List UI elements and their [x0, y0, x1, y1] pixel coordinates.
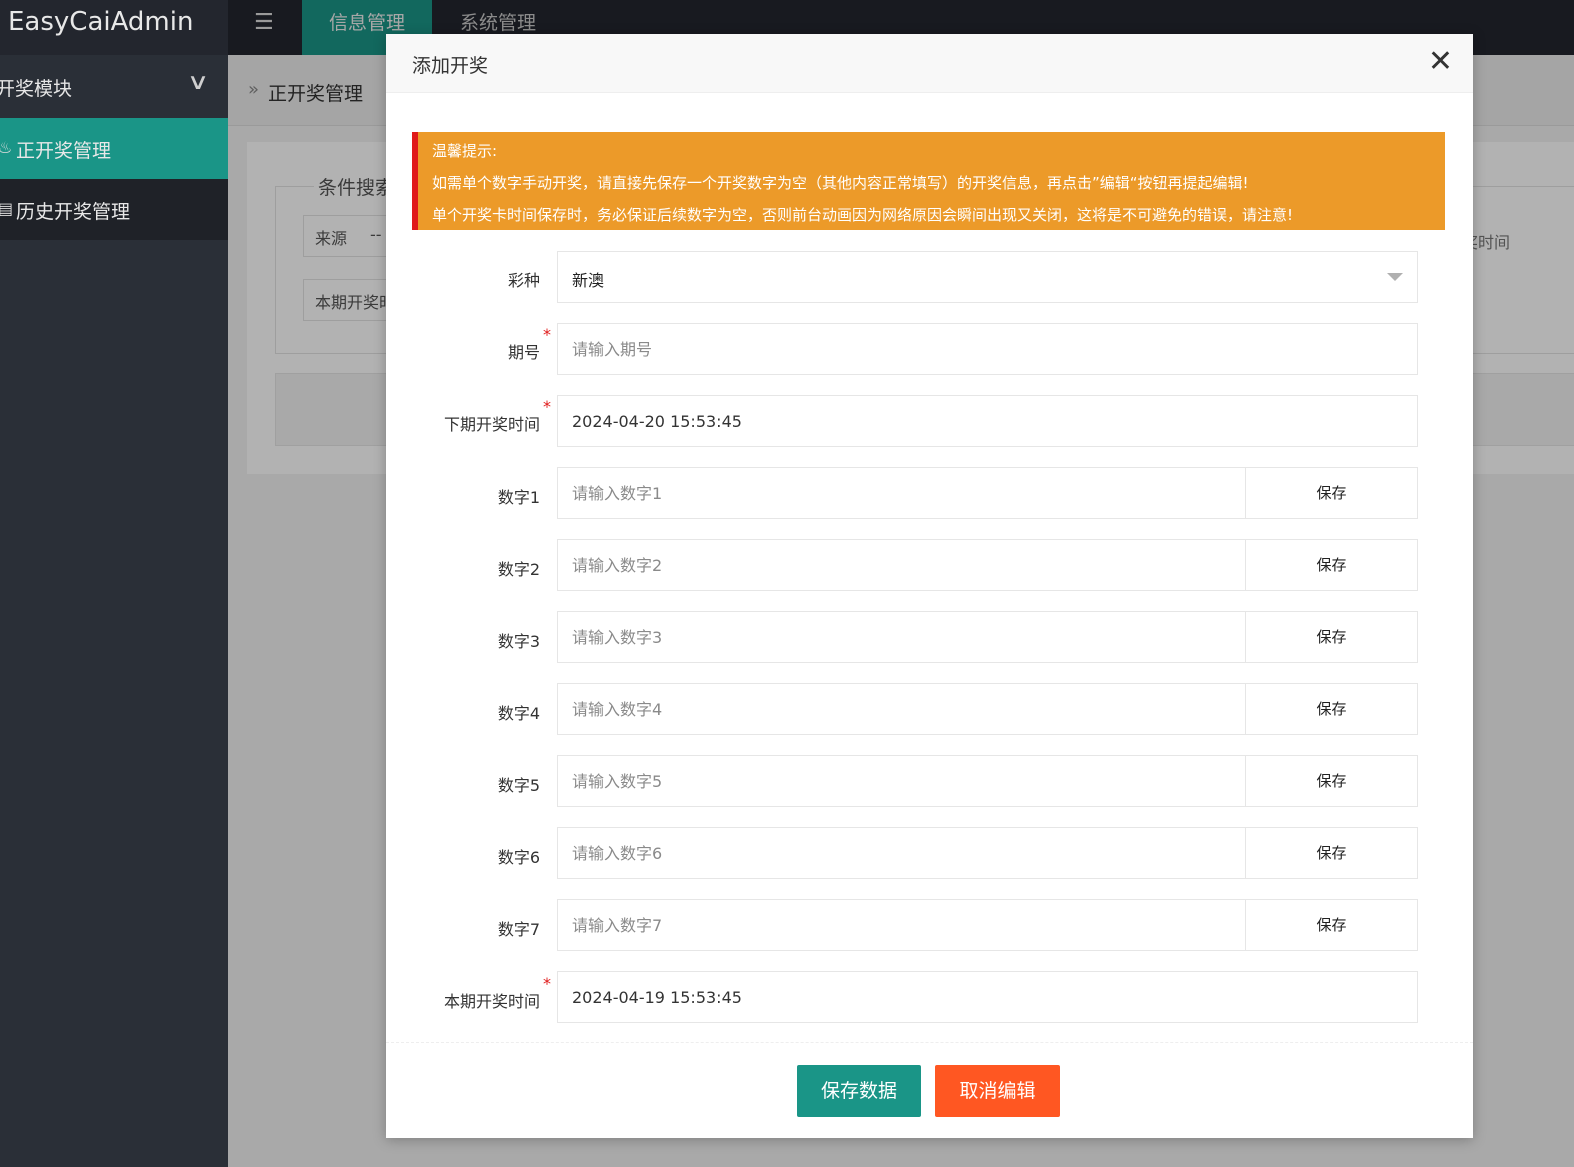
lottery-type-select[interactable]: 新澳 — [557, 251, 1418, 303]
number-1-input[interactable] — [557, 467, 1246, 519]
lottery-type-value: 新澳 — [572, 271, 605, 290]
next-draw-time-input[interactable] — [557, 395, 1418, 447]
sidebar-group-lottery[interactable]: 开奖模块 ∨ — [0, 56, 228, 118]
cancel-edit-button[interactable]: 取消编辑 — [935, 1065, 1060, 1117]
number-6-label: 数字6 — [497, 848, 540, 867]
modal-header: 添加开奖 ✕ — [386, 34, 1473, 93]
number-3-input[interactable] — [557, 611, 1246, 663]
period-input[interactable] — [557, 323, 1418, 375]
number-1-label: 数字1 — [497, 488, 540, 507]
number-6-input[interactable] — [557, 827, 1246, 879]
number-4-save-button[interactable]: 保存 — [1245, 683, 1418, 735]
close-icon[interactable]: ✕ — [1428, 44, 1453, 79]
app-logo: EasyCaiAdmin — [0, 0, 228, 55]
add-draw-modal: 添加开奖 ✕ 温馨提示: 如需单个数字手动开奖，请直接先保存一个开奖数字为空（其… — [386, 34, 1473, 1138]
number-7-label: 数字7 — [497, 920, 540, 939]
sidebar-group-label: 开奖模块 — [0, 78, 73, 100]
number-3-save-button[interactable]: 保存 — [1245, 611, 1418, 663]
warning-tip: 温馨提示: 如需单个数字手动开奖，请直接先保存一个开奖数字为空（其他内容正常填写… — [412, 132, 1445, 230]
current-draw-time-input[interactable] — [557, 971, 1418, 1023]
number-2-save-button[interactable]: 保存 — [1245, 539, 1418, 591]
lottery-type-label: 彩种 — [507, 271, 540, 290]
footer-divider — [386, 1042, 1473, 1043]
next-draw-time-label: 下期开奖时间 — [443, 415, 540, 434]
sidebar-item-label: 正开奖管理 — [16, 140, 112, 162]
number-1-save-button[interactable]: 保存 — [1245, 467, 1418, 519]
caret-down-icon — [1387, 273, 1403, 281]
number-2-input[interactable] — [557, 539, 1246, 591]
sidebar-item-history-draw[interactable]: ▤ 历史开奖管理 — [0, 179, 228, 240]
save-data-button[interactable]: 保存数据 — [797, 1065, 921, 1117]
tip-line-1: 如需单个数字手动开奖，请直接先保存一个开奖数字为空（其他内容正常填写）的开奖信息… — [432, 174, 1249, 192]
number-7-save-button[interactable]: 保存 — [1245, 899, 1418, 951]
sidebar-item-label: 历史开奖管理 — [16, 201, 131, 223]
sidebar: EasyCaiAdmin 开奖模块 ∨ ♨ 正开奖管理 ▤ 历史开奖管理 — [0, 0, 228, 1167]
chevron-down-icon: ∨ — [186, 70, 210, 95]
sidebar-item-current-draw[interactable]: ♨ 正开奖管理 — [0, 118, 228, 179]
required-mark: * — [543, 397, 551, 416]
current-draw-time-label: 本期开奖时间 — [443, 992, 540, 1011]
required-mark: * — [543, 974, 551, 993]
number-4-label: 数字4 — [497, 704, 540, 723]
number-2-label: 数字2 — [497, 560, 540, 579]
number-6-save-button[interactable]: 保存 — [1245, 827, 1418, 879]
required-mark: * — [543, 325, 551, 344]
number-7-input[interactable] — [557, 899, 1246, 951]
fire-icon: ♨ — [0, 138, 13, 157]
number-5-label: 数字5 — [497, 776, 540, 795]
number-4-input[interactable] — [557, 683, 1246, 735]
period-label: 期号 — [507, 343, 540, 362]
number-3-label: 数字3 — [497, 632, 540, 651]
number-5-save-button[interactable]: 保存 — [1245, 755, 1418, 807]
calendar-icon: ▤ — [0, 199, 14, 218]
modal-title: 添加开奖 — [412, 55, 489, 77]
tip-line-2: 单个开奖卡时间保存时，务必保证后续数字为空，否则前台动画因为网络原因会瞬间出现又… — [432, 206, 1294, 224]
number-5-input[interactable] — [557, 755, 1246, 807]
tip-title: 温馨提示: — [432, 142, 498, 160]
